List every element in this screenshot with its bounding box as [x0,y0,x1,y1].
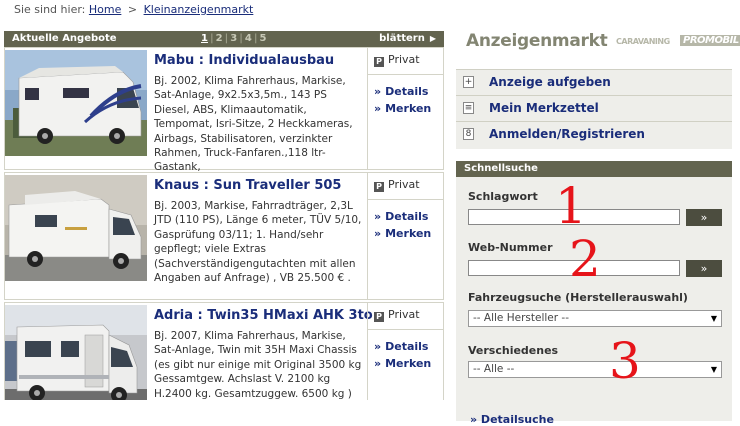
keyword-search-button[interactable]: » [686,209,722,226]
brand-header: Anzeigenmarkt CARAVANING PROMOBIL [456,26,740,64]
double-chevron-icon: » [374,357,382,370]
details-label: Details [385,210,429,223]
action-menu: + Anzeige aufgeben ≡ Mein Merkzettel 8 A… [456,69,732,149]
double-chevron-icon: » [374,85,382,98]
quick-search-panel: Schnellsuche Schlagwort » Web-Nummer » F… [456,161,732,426]
webnumber-label: Web-Nummer [468,241,553,254]
double-chevron-icon: » [374,340,382,353]
seller-type: P Privat [374,308,420,322]
listing-photo[interactable] [5,175,147,281]
save-link[interactable]: » Merken [374,227,431,240]
save-label: Merken [385,357,432,370]
search-icon: » [700,211,708,224]
user-icon: 8 [463,128,474,140]
page-link[interactable]: 4 [244,33,253,44]
brand-title: Anzeigenmarkt [466,31,608,51]
dropdown-arrow-icon: ▼ [710,365,717,374]
private-seller-icon: P [374,312,384,322]
breadcrumb-prefix: Sie sind hier: [14,3,86,16]
save-link[interactable]: » Merken [374,102,431,115]
listing-title[interactable]: Knaus : Sun Traveller 505 [154,178,341,193]
annotation-number: 2 [569,230,601,288]
listing-description: Bj. 2007, Klima Fahrerhaus, Markise, Sat… [154,330,362,400]
search-icon: » [700,262,708,275]
private-seller-icon: P [374,182,384,192]
details-link[interactable]: » Details [374,340,428,353]
annotation-number: 1 [555,177,587,235]
listing-title[interactable]: Adria : Twin35 HMaxi AHK 3to [154,308,373,323]
listings-title: Aktuelle Angebote [12,33,117,44]
seller-type-label: Privat [388,308,420,321]
annotation-number: 3 [609,332,641,390]
breadcrumb-separator: > [127,3,138,16]
listing-description: Bj. 2002, Klima Fahrerhaus, Markise, Sat… [154,75,353,174]
breadcrumb-home-link[interactable]: Home [89,3,121,16]
post-ad-button[interactable]: + Anzeige aufgeben [456,70,732,96]
manufacturer-select[interactable]: -- Alle Hersteller -- ▼ [468,310,722,327]
misc-selected: -- Alle -- [473,363,515,375]
misc-select[interactable]: -- Alle -- ▼ [468,361,722,378]
seller-type-label: Privat [388,178,420,191]
save-link[interactable]: » Merken [374,357,431,370]
webnumber-search-button[interactable]: » [686,260,722,277]
seller-type: P Privat [374,178,420,192]
listing-description: Bj. 2003, Markise, Fahrradträger, 2,3L J… [154,200,362,285]
dropdown-arrow-icon: ▼ [710,314,717,323]
misc-label: Verschiedenes [468,344,559,357]
breadcrumb: Sie sind hier: Home > Kleinanzeigenmarkt [14,3,253,16]
seller-type-label: Privat [388,53,420,66]
details-label: Details [385,340,429,353]
details-link[interactable]: » Details [374,210,428,223]
promobil-logo[interactable]: PROMOBIL [680,35,740,46]
listing-item: Mabu : Individualausbau Bj. 2002, Klima … [4,47,444,173]
breadcrumb-current-link[interactable]: Kleinanzeigenmarkt [144,3,254,16]
save-label: Merken [385,102,432,115]
listings-header: Aktuelle Angebote 1 | 2 | 3 | 4 | 5 blättern ▶ [4,31,444,47]
caravaning-logo[interactable]: CARAVANING [616,37,670,46]
notepad-icon: ≡ [463,102,474,114]
double-chevron-icon: » [374,102,382,115]
details-label: Details [385,85,429,98]
login-register-button[interactable]: 8 Anmelden/Registrieren [456,122,732,148]
plus-icon: + [463,76,474,88]
listing-title[interactable]: Mabu : Individualausbau [154,53,334,68]
save-label: Merken [385,227,432,240]
private-seller-icon: P [374,57,384,67]
seller-type: P Privat [374,53,420,67]
watchlist-button[interactable]: ≡ Mein Merkzettel [456,96,732,122]
pagination: 1 | 2 | 3 | 4 | 5 [200,33,268,44]
listing-actions: P Privat » Details » Merken [367,173,444,299]
listing-item: Knaus : Sun Traveller 505 Bj. 2003, Mark… [4,172,444,300]
listing-photo[interactable] [5,50,147,156]
login-register-label: Anmelden/Registrieren [489,127,645,141]
listing-item: Adria : Twin35 HMaxi AHK 3to Bj. 2007, K… [4,302,444,400]
post-ad-label: Anzeige aufgeben [489,75,611,89]
listing-photo[interactable] [5,305,147,400]
detail-search-link[interactable]: » Detailsuche [470,413,554,426]
watchlist-label: Mein Merkzettel [489,101,599,115]
double-chevron-icon: » [374,210,382,223]
manufacturer-selected: -- Alle Hersteller -- [473,312,569,324]
manufacturer-label: Fahrzeugsuche (Herstellerauswahl) [468,291,688,304]
page-link[interactable]: 1 [200,33,209,44]
browse-button[interactable]: blättern ▶ [379,33,436,44]
browse-label: blättern [379,33,425,44]
arrow-right-icon: ▶ [429,34,436,43]
double-chevron-icon: » [374,227,382,240]
quick-search-title: Schnellsuche [456,161,732,177]
page-link[interactable]: 2 [215,33,224,44]
listings-panel: Aktuelle Angebote 1 | 2 | 3 | 4 | 5 blättern ▶ Ma… [4,31,444,400]
listing-actions: P Privat » Details » Merken [367,303,444,400]
details-link[interactable]: » Details [374,85,428,98]
listing-actions: P Privat » Details » Merken [367,48,444,169]
keyword-label: Schlagwort [468,190,538,203]
page-link[interactable]: 5 [259,33,268,44]
right-column: Anzeigenmarkt CARAVANING PROMOBIL + Anze… [456,26,740,426]
page-link[interactable]: 3 [229,33,238,44]
